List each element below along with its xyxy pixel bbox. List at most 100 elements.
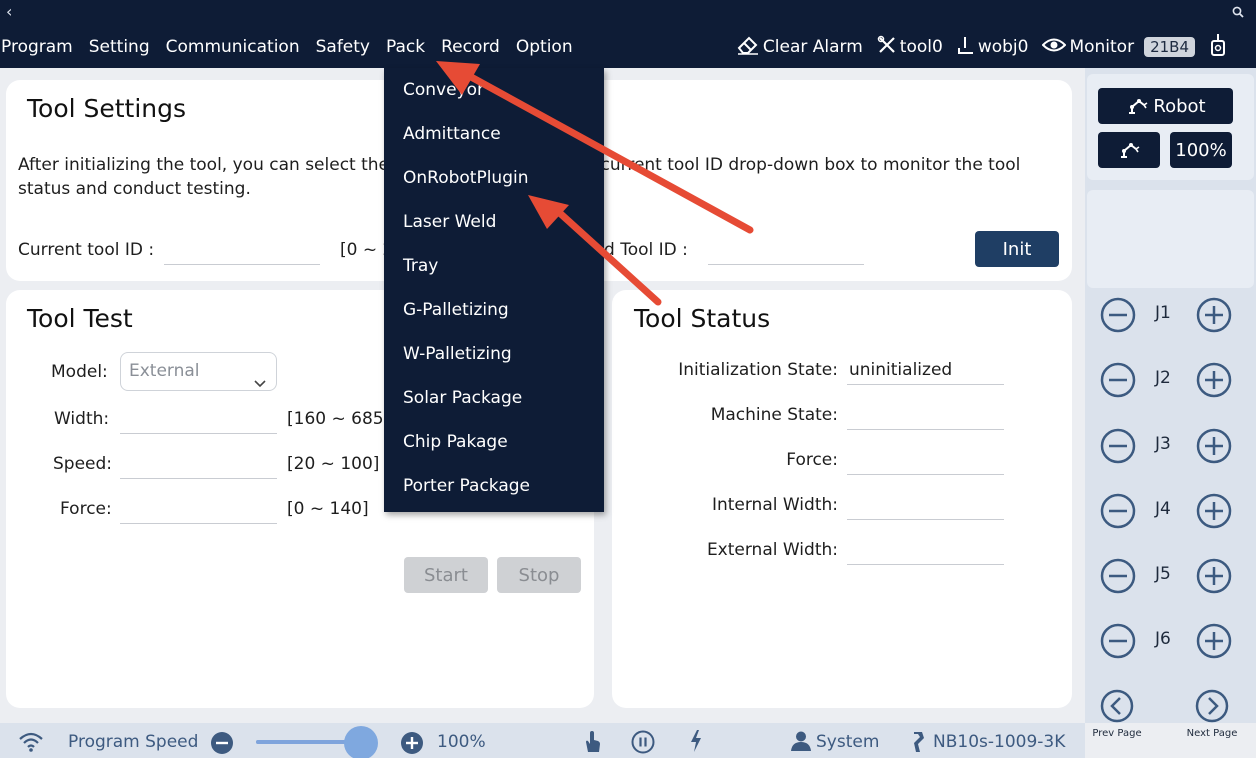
minus-icon[interactable]	[1099, 296, 1137, 338]
internal-width-field	[847, 490, 1004, 520]
plus-icon[interactable]	[1195, 492, 1233, 534]
jog-row-j1: J1	[1085, 295, 1256, 335]
dropdown-item-tray[interactable]: Tray	[403, 256, 438, 276]
tool-status-panel: Tool Status Initialization State: uninit…	[612, 290, 1072, 708]
search-icon[interactable]	[1232, 3, 1244, 22]
plus-icon[interactable]	[1195, 427, 1233, 469]
lightning-icon[interactable]	[688, 729, 704, 757]
minus-icon[interactable]	[1099, 557, 1137, 599]
monitor-label: Monitor	[1069, 37, 1135, 57]
tool-selector[interactable]: tool0	[877, 35, 943, 60]
status-force-label: Force:	[786, 450, 838, 470]
speed-slider-thumb[interactable]	[344, 726, 378, 758]
joint-label: J3	[1155, 434, 1171, 454]
pause-icon[interactable]	[631, 730, 655, 758]
external-width-field	[847, 535, 1004, 565]
joint-label: J5	[1155, 564, 1171, 584]
init-button[interactable]: Init	[975, 231, 1059, 267]
menu-pack[interactable]: Pack	[386, 37, 425, 57]
menu-record[interactable]: Record	[441, 37, 500, 57]
robot-model-icon	[910, 730, 928, 758]
minus-icon[interactable]	[210, 731, 234, 758]
menu-setting[interactable]: Setting	[89, 37, 150, 57]
chevron-down-icon	[254, 365, 266, 402]
initialization-state-value: uninitialized	[849, 360, 953, 380]
jog-row-j4: J4	[1085, 491, 1256, 531]
jog-row-j5: J5	[1085, 556, 1256, 596]
speed-input[interactable]	[120, 449, 277, 479]
machine-state-field	[847, 400, 1004, 430]
menu-safety[interactable]: Safety	[316, 37, 370, 57]
force-label: Force:	[60, 499, 112, 519]
force-input[interactable]	[120, 494, 277, 524]
machine-state-label: Machine State:	[710, 405, 838, 425]
width-input[interactable]	[120, 404, 277, 434]
tool-settings-title: Tool Settings	[27, 94, 187, 123]
dropdown-item-solar-package[interactable]: Solar Package	[403, 388, 522, 408]
monitor-button[interactable]: Monitor 21B4	[1042, 36, 1195, 59]
robot-mode-button[interactable]	[1098, 132, 1160, 168]
menu-communication[interactable]: Communication	[166, 37, 300, 57]
teach-pendant-button[interactable]	[1209, 33, 1230, 62]
current-tool-id-label: Current tool ID :	[18, 240, 155, 260]
minus-icon[interactable]	[1099, 427, 1137, 469]
clear-alarm-button[interactable]: Clear Alarm	[736, 34, 863, 61]
back-icon[interactable]: ‹	[6, 2, 12, 21]
dropdown-item-g-palletizing[interactable]: G-Palletizing	[403, 300, 509, 320]
plus-icon[interactable]	[1195, 557, 1233, 599]
current-tool-id-input[interactable]	[164, 235, 320, 265]
plus-icon[interactable]	[1195, 361, 1233, 403]
menu-program[interactable]: Program	[1, 37, 73, 57]
tool-status-title: Tool Status	[634, 304, 771, 333]
robot-speed-percent[interactable]: 100%	[1170, 132, 1232, 168]
force-range: [0 ~ 140]	[287, 499, 369, 519]
robot-side-panel: Robot 100% J1 J2 J3 J4 J5 J6 Prev Page N…	[1085, 68, 1256, 739]
wobj-label: wobj0	[977, 37, 1029, 57]
dropdown-item-chip-pakage[interactable]: Chip Pakage	[403, 432, 508, 452]
menu-option[interactable]: Option	[516, 37, 573, 57]
dropdown-item-w-palletizing[interactable]: W-Palletizing	[403, 344, 512, 364]
joint-label: J1	[1155, 303, 1171, 323]
dropdown-item-onrobotplugin[interactable]: OnRobotPlugin	[403, 168, 529, 188]
program-speed-value: 100%	[437, 732, 486, 752]
main-menu: Program Setting Communication Safety Pac…	[1, 37, 589, 57]
pack-dropdown-menu: Conveyor Admittance OnRobotPlugin Laser …	[384, 68, 604, 512]
hand-pointer-icon[interactable]	[582, 730, 602, 758]
plus-icon[interactable]	[1195, 622, 1233, 664]
robot-arm-icon	[1117, 137, 1141, 164]
minus-icon[interactable]	[1099, 622, 1137, 664]
clear-alarm-label: Clear Alarm	[762, 37, 863, 57]
dropdown-item-laser-weld[interactable]: Laser Weld	[403, 212, 496, 232]
model-value: External	[129, 361, 200, 381]
dropdown-item-admittance[interactable]: Admittance	[403, 124, 501, 144]
joint-label: J6	[1155, 629, 1171, 649]
info-card	[1087, 190, 1254, 288]
stop-button[interactable]: Stop	[497, 557, 581, 593]
selected-tool-id-label: d Tool ID :	[604, 240, 688, 260]
plus-icon[interactable]	[400, 731, 424, 758]
selected-tool-id-input[interactable]	[708, 235, 864, 265]
user-label: System	[816, 732, 880, 752]
prev-page-button[interactable]: Prev Page	[1087, 688, 1147, 739]
minus-icon[interactable]	[1099, 361, 1137, 403]
speed-range: [20 ~ 100]	[287, 454, 380, 474]
wrench-icon	[877, 35, 900, 60]
eraser-icon	[736, 34, 763, 61]
jog-row-j3: J3	[1085, 426, 1256, 466]
minus-icon[interactable]	[1099, 492, 1137, 534]
dropdown-item-conveyor[interactable]: Conveyor	[403, 80, 484, 100]
next-page-button[interactable]: Next Page	[1182, 688, 1242, 739]
dropdown-item-porter-package[interactable]: Porter Package	[403, 476, 530, 496]
model-select[interactable]: External	[120, 352, 277, 391]
wobj-selector[interactable]: wobj0	[957, 35, 1029, 60]
width-label: Width:	[54, 409, 110, 429]
top-bar: ‹ Program Setting Communication Safety P…	[0, 0, 1256, 68]
bottom-status-bar: Program Speed 100% System NB10s-1009-3K	[0, 723, 1085, 758]
plus-icon[interactable]	[1195, 296, 1233, 338]
start-button[interactable]: Start	[404, 557, 488, 593]
speed-slider-fill	[256, 740, 356, 744]
robot-button[interactable]: Robot	[1098, 88, 1233, 124]
version-badge: 21B4	[1144, 37, 1195, 57]
jog-row-j2: J2	[1085, 360, 1256, 400]
wifi-icon	[18, 731, 44, 757]
